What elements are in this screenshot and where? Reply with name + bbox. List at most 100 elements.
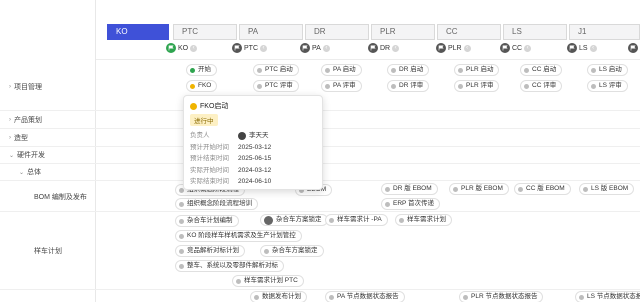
- status-dot: [458, 67, 463, 73]
- chevron-icon[interactable]: ‹: [190, 44, 198, 52]
- task-pill[interactable]: LS 版 EBOM: [579, 183, 635, 195]
- task-label: LS 评审: [599, 82, 622, 89]
- status-dot: [254, 294, 259, 300]
- task-pill[interactable]: 组织概念阶段流程培训: [175, 198, 258, 210]
- row-divider: [0, 211, 640, 212]
- row-bom: BOM 编制及发布: [34, 192, 87, 202]
- milestone-cc[interactable]: CC ‹: [500, 43, 532, 53]
- task-pill[interactable]: ERP 首次传递: [381, 198, 441, 210]
- task-pill[interactable]: PLR 版 EBOM: [449, 183, 509, 195]
- task-pill[interactable]: 开始: [186, 64, 217, 76]
- chevron-right-icon[interactable]: ›: [9, 84, 11, 90]
- task-pill[interactable]: 样车需求计划: [395, 214, 452, 226]
- task-label: PLR 评审: [466, 82, 494, 89]
- task-pill[interactable]: CC 启动: [520, 64, 563, 76]
- row-label: 总体: [27, 169, 42, 176]
- task-pill[interactable]: DR 版 EBOM: [381, 183, 438, 195]
- milestone-ptc[interactable]: PTC ‹: [232, 43, 267, 53]
- milestone-pa[interactable]: PA ‹: [300, 43, 330, 53]
- status-dot: [391, 67, 396, 73]
- stage-pa[interactable]: PA: [239, 24, 303, 40]
- task-label: 样车需求计 -PA: [337, 216, 382, 223]
- task-pill[interactable]: CC 版 EBOM: [514, 183, 571, 195]
- chevron-icon[interactable]: ‹: [589, 44, 597, 52]
- task-pill[interactable]: 竞品解析对标计划: [175, 245, 245, 257]
- milestone-ls[interactable]: LS ‹: [567, 43, 597, 53]
- task-pill[interactable]: 杂合车计划编制: [175, 215, 239, 227]
- row-product-plan[interactable]: › 产品策划: [9, 115, 42, 125]
- stage-ko[interactable]: KO: [107, 24, 169, 40]
- task-pill[interactable]: DR 启动: [387, 64, 430, 76]
- task-label: DR 版 EBOM: [393, 185, 432, 192]
- field-label: 实际开始时间: [190, 166, 229, 174]
- status-dot: [179, 263, 184, 269]
- row-project-mgmt[interactable]: › 项目管理: [9, 82, 42, 92]
- actual-end-row: 实际结束时间 2024-06-10: [190, 176, 316, 188]
- task-pill[interactable]: LS 启动: [587, 64, 628, 76]
- chevron-icon[interactable]: ‹: [392, 44, 400, 52]
- task-pill[interactable]: PTC 启动: [253, 64, 299, 76]
- chevron-icon[interactable]: ‹: [524, 44, 532, 52]
- row-label: 项目管理: [14, 84, 42, 91]
- flag-icon: [368, 43, 378, 53]
- task-label: LS 节点数据状态报: [587, 293, 640, 300]
- chevron-right-icon[interactable]: ›: [9, 135, 11, 141]
- milestone-label: CC: [512, 44, 523, 52]
- task-pill[interactable]: 样车需求计 -PA: [325, 214, 388, 226]
- row-hardware[interactable]: ⌄ 硬件开发: [9, 150, 45, 160]
- status-dot: [190, 67, 195, 73]
- row-styling[interactable]: › 造型: [9, 133, 28, 143]
- task-pill[interactable]: PA 评审: [321, 80, 362, 92]
- chevron-down-icon[interactable]: ⌄: [9, 152, 14, 159]
- stage-j1[interactable]: J1: [569, 24, 640, 40]
- task-pill[interactable]: PLR 节点数据状态报告: [459, 291, 544, 302]
- status-dot: [391, 83, 396, 89]
- task-label: LS 启动: [599, 66, 622, 73]
- task-pill[interactable]: CC 评审: [520, 80, 563, 92]
- status-dot: [190, 83, 195, 89]
- task-pill[interactable]: KO 阶段样车样机需求及生产计划管控: [175, 230, 302, 242]
- task-pill[interactable]: PTC 评审: [253, 80, 299, 92]
- task-pill[interactable]: PLR 启动: [454, 64, 500, 76]
- flag-icon: [166, 43, 176, 53]
- chevron-icon[interactable]: ‹: [322, 44, 330, 52]
- chevron-icon[interactable]: ‹: [260, 44, 267, 52]
- stage-plr[interactable]: PLR: [371, 24, 435, 40]
- task-pill[interactable]: 数据发布计划: [250, 291, 307, 302]
- plan-end-row: 预计结束时间 2025-06-15: [190, 153, 316, 165]
- task-pill[interactable]: LS 节点数据状态报: [575, 291, 640, 302]
- stage-cc[interactable]: CC: [437, 24, 501, 40]
- task-label: FKO: [198, 82, 212, 89]
- task-pill[interactable]: PA 节点数据状态报告: [325, 291, 405, 302]
- task-pill[interactable]: 杂合车方案锁定: [260, 245, 324, 257]
- status-dot: [257, 67, 262, 73]
- task-pill[interactable]: DR 评审: [387, 80, 430, 92]
- task-pill[interactable]: PA 启动: [321, 64, 362, 76]
- task-pill[interactable]: 杂合车方案锁定: [260, 214, 328, 226]
- chevron-right-icon[interactable]: ›: [9, 117, 11, 123]
- chevron-down-icon[interactable]: ⌄: [19, 169, 24, 176]
- status-dot: [325, 83, 330, 89]
- field-label: 实际结束时间: [190, 178, 229, 185]
- task-pill[interactable]: FKO: [186, 80, 218, 92]
- row-overall[interactable]: ⌄ 总体: [19, 167, 41, 177]
- task-label: PLR 节点数据状态报告: [471, 293, 538, 300]
- task-pill[interactable]: LS 评审: [587, 80, 628, 92]
- task-pill[interactable]: 整车、系统以及零部件解析对标: [175, 260, 284, 272]
- stage-ls[interactable]: LS: [503, 24, 567, 40]
- owner-row: 负责人 李天天: [190, 130, 316, 142]
- milestone-j1[interactable]: [628, 43, 638, 53]
- task-pill[interactable]: PLR 评审: [454, 80, 500, 92]
- chevron-icon[interactable]: ‹: [463, 44, 471, 52]
- status-dot: [329, 217, 334, 223]
- milestone-dr[interactable]: DR ‹: [368, 43, 400, 53]
- stage-ptc[interactable]: PTC: [173, 24, 237, 40]
- task-label: PA 启动: [333, 66, 356, 73]
- task-pill[interactable]: 样车需求计划 PTC: [232, 275, 304, 287]
- flag-icon: [232, 43, 242, 53]
- milestone-plr[interactable]: PLR ‹: [436, 43, 471, 53]
- milestone-ko[interactable]: KO ‹: [166, 43, 198, 53]
- task-label: CC 版 EBOM: [526, 185, 565, 192]
- task-label: DR 评审: [399, 82, 424, 89]
- stage-dr[interactable]: DR: [305, 24, 369, 40]
